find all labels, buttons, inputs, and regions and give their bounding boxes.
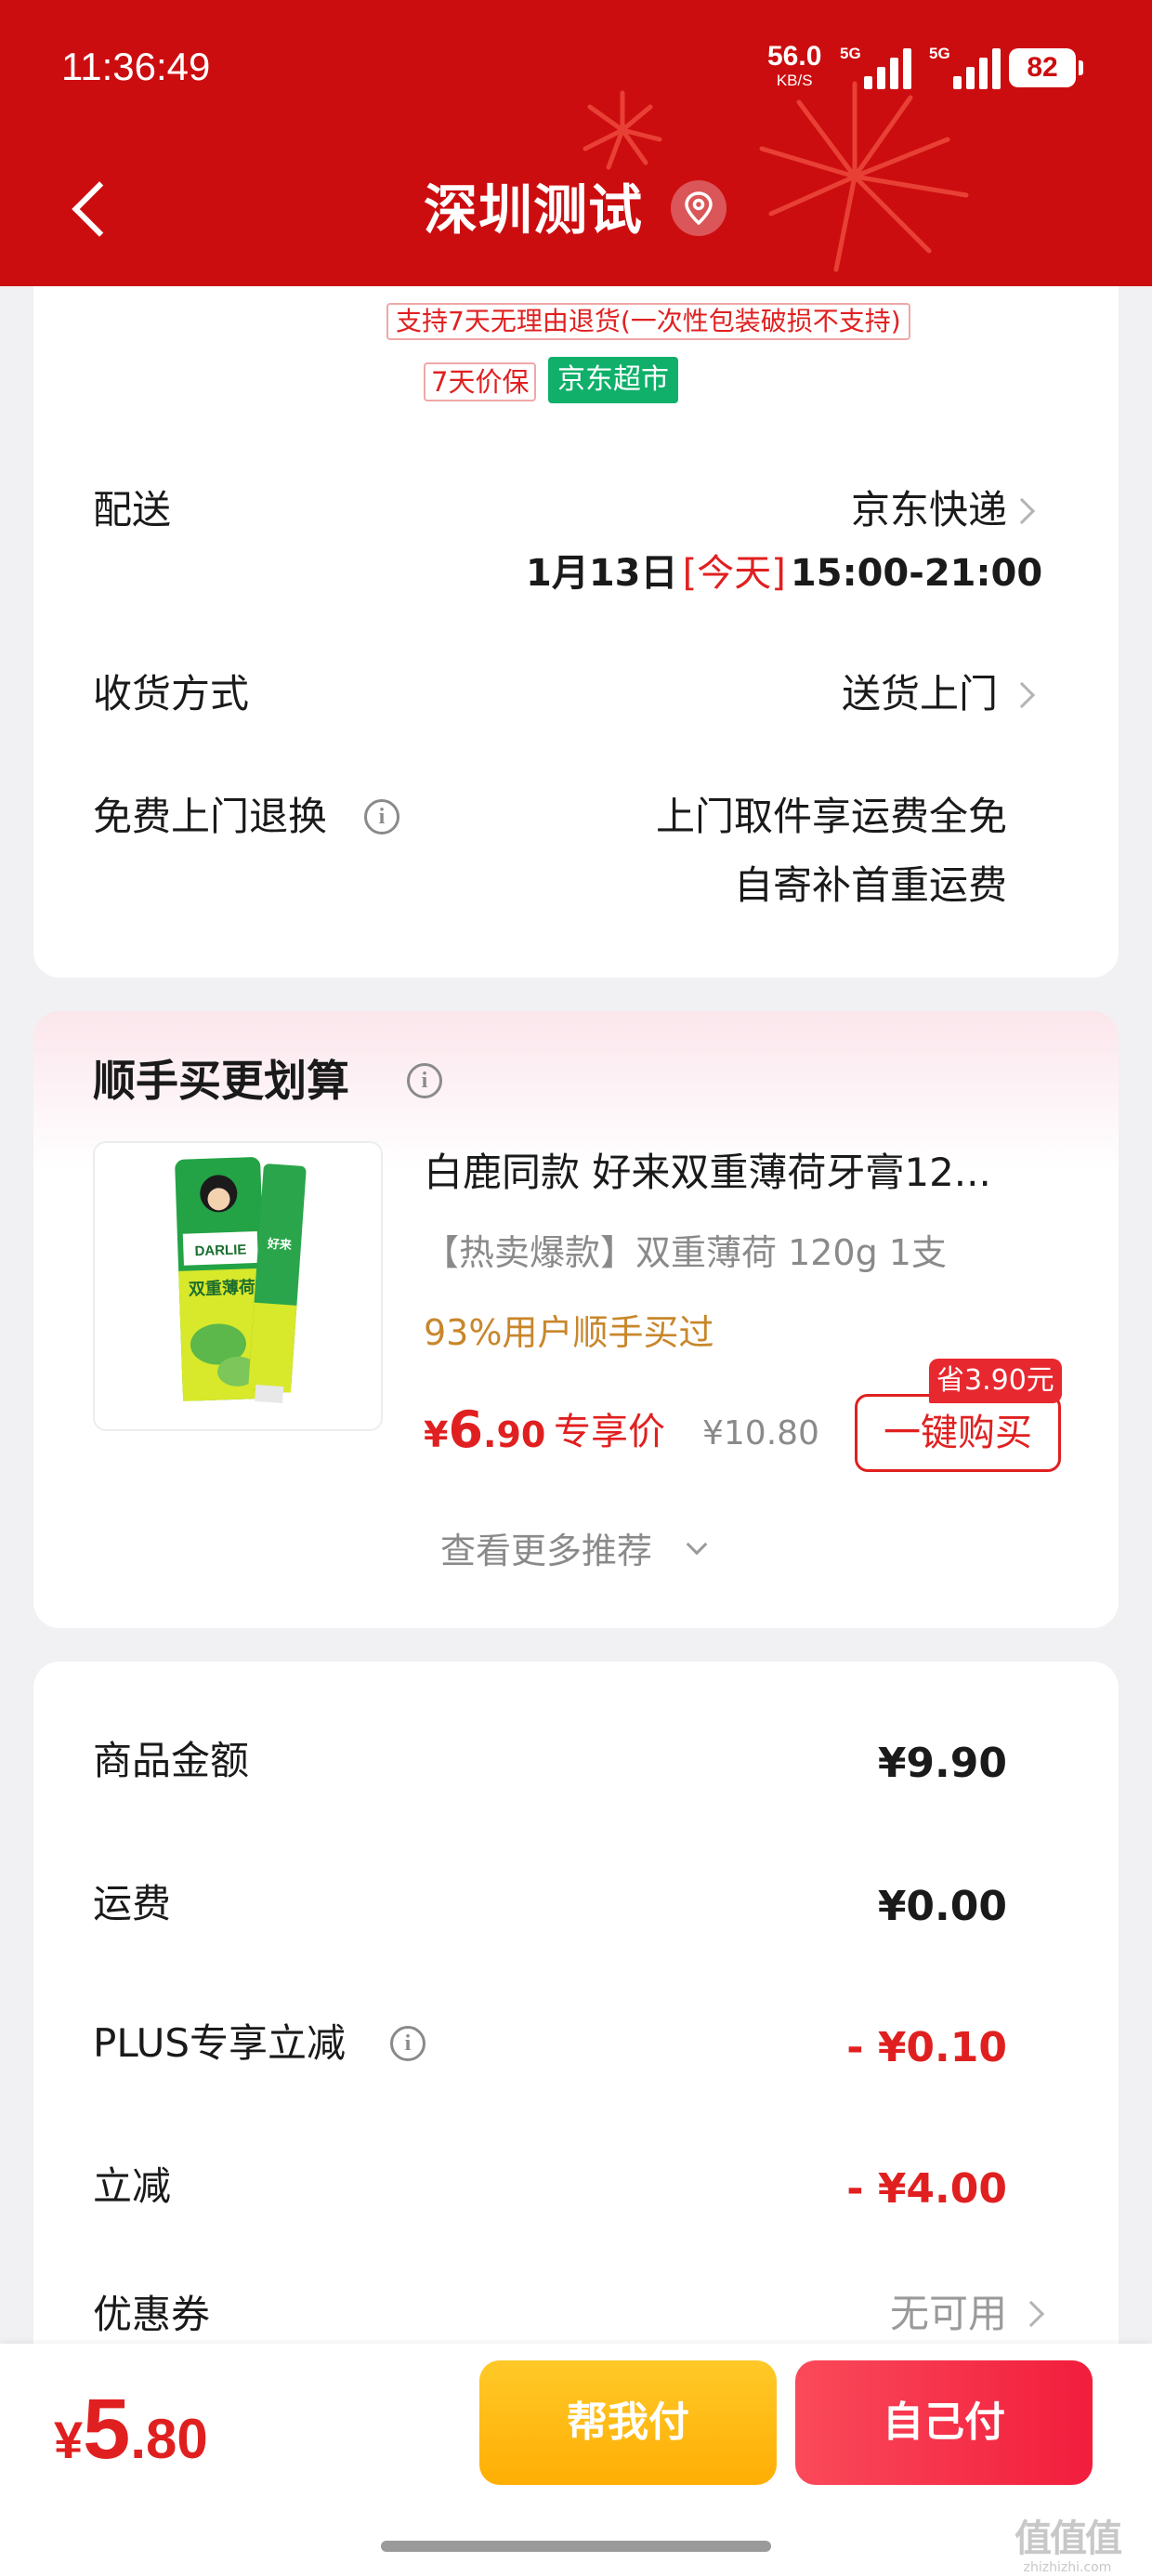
instant-discount-value: - ¥4.00 — [846, 2165, 1007, 2213]
battery-icon: 82 — [1009, 48, 1083, 87]
plus-discount-value: - ¥0.10 — [846, 2024, 1007, 2071]
svg-text:好来: 好来 — [266, 1236, 293, 1253]
svg-text:DARLIE: DARLIE — [194, 1242, 246, 1259]
help-me-pay-button[interactable]: 帮我付 — [479, 2360, 777, 2485]
location-pin-icon[interactable] — [671, 180, 727, 236]
back-button[interactable] — [59, 169, 115, 247]
store-tag: 京东超市 — [548, 357, 678, 403]
original-price: ¥10.80 — [702, 1414, 819, 1452]
save-badge: 省3.90元 — [929, 1359, 1062, 1403]
info-icon[interactable]: i — [390, 2026, 425, 2061]
chevron-right-icon — [1017, 2300, 1045, 2328]
coupon-value: 无可用 — [889, 2291, 1007, 2336]
return-policy-tag: 支持7天无理由退货(一次性包装破损不支持) — [386, 303, 910, 340]
free-return-line2: 自寄补首重运费 — [733, 862, 1007, 908]
one-click-buy-button[interactable]: 一键购买 — [855, 1394, 1061, 1472]
total-price: ¥5.80 — [54, 2382, 208, 2477]
delivery-carrier-row[interactable]: 京东快递 — [799, 480, 1041, 541]
toothpaste-image: DARLIE 双重薄荷 好来 — [175, 1157, 307, 1404]
self-pay-button[interactable]: 自己付 — [795, 2360, 1093, 2485]
goods-amount-value: ¥9.90 — [877, 1740, 1007, 1787]
shipping-fee-value: ¥0.00 — [877, 1883, 1007, 1930]
page-title: 深圳测试 — [424, 178, 644, 242]
section-title: 顺手买更划算 — [93, 1056, 349, 1106]
watermark: 值值值 zhizhizhi.com — [1015, 2517, 1122, 2575]
instant-discount-label: 立减 — [93, 2163, 172, 2209]
header-bar: 11:36:49 56.0 KB/S 5G 5G 82 深圳测试 — [0, 0, 1152, 286]
status-time: 11:36:49 — [61, 45, 211, 88]
price-protection-tag: 7天价保 — [424, 362, 537, 401]
coupon-row[interactable]: 无可用 — [836, 2284, 1059, 2346]
chevron-right-icon — [1008, 681, 1036, 709]
info-icon[interactable]: i — [364, 799, 399, 835]
product-spec: 【热卖爆款】双重薄荷 120g 1支 — [424, 1232, 947, 1273]
delivery-carrier: 京东快递 — [850, 487, 1007, 532]
product-price: ¥6.90 — [424, 1400, 546, 1459]
svg-text:双重薄荷: 双重薄荷 — [188, 1277, 255, 1299]
network-speed: 56.0 KB/S — [767, 41, 822, 89]
home-indicator[interactable] — [381, 2541, 771, 2552]
plus-discount-label: PLUS专享立减 — [93, 2020, 347, 2066]
delivery-label: 配送 — [93, 487, 172, 532]
receive-method-row[interactable]: 送货上门 — [799, 664, 1041, 725]
product-image[interactable]: DARLIE 双重薄荷 好来 — [93, 1141, 383, 1431]
coupon-label: 优惠券 — [93, 2292, 211, 2337]
info-icon[interactable]: i — [407, 1063, 442, 1098]
receive-method-label: 收货方式 — [93, 671, 250, 716]
receive-method-value: 送货上门 — [841, 671, 998, 716]
free-return-line1: 上门取件享运费全免 — [655, 794, 1007, 839]
free-return-label: 免费上门退换 — [93, 794, 328, 839]
see-more-link[interactable]: 查看更多推荐 — [440, 1524, 652, 1578]
product-name[interactable]: 白鹿同款 好来双重薄荷牙膏12... — [424, 1145, 1055, 1201]
chevron-right-icon — [1008, 497, 1036, 525]
exclusive-price-label: 专享价 — [554, 1411, 665, 1453]
goods-amount-label: 商品金额 — [93, 1738, 250, 1783]
shipping-fee-label: 运费 — [93, 1881, 172, 1926]
product-purchase-stat: 93%用户顺手买过 — [424, 1312, 714, 1353]
delivery-time[interactable]: 1月13日 [今天] 15:00-21:00 — [526, 546, 1042, 600]
